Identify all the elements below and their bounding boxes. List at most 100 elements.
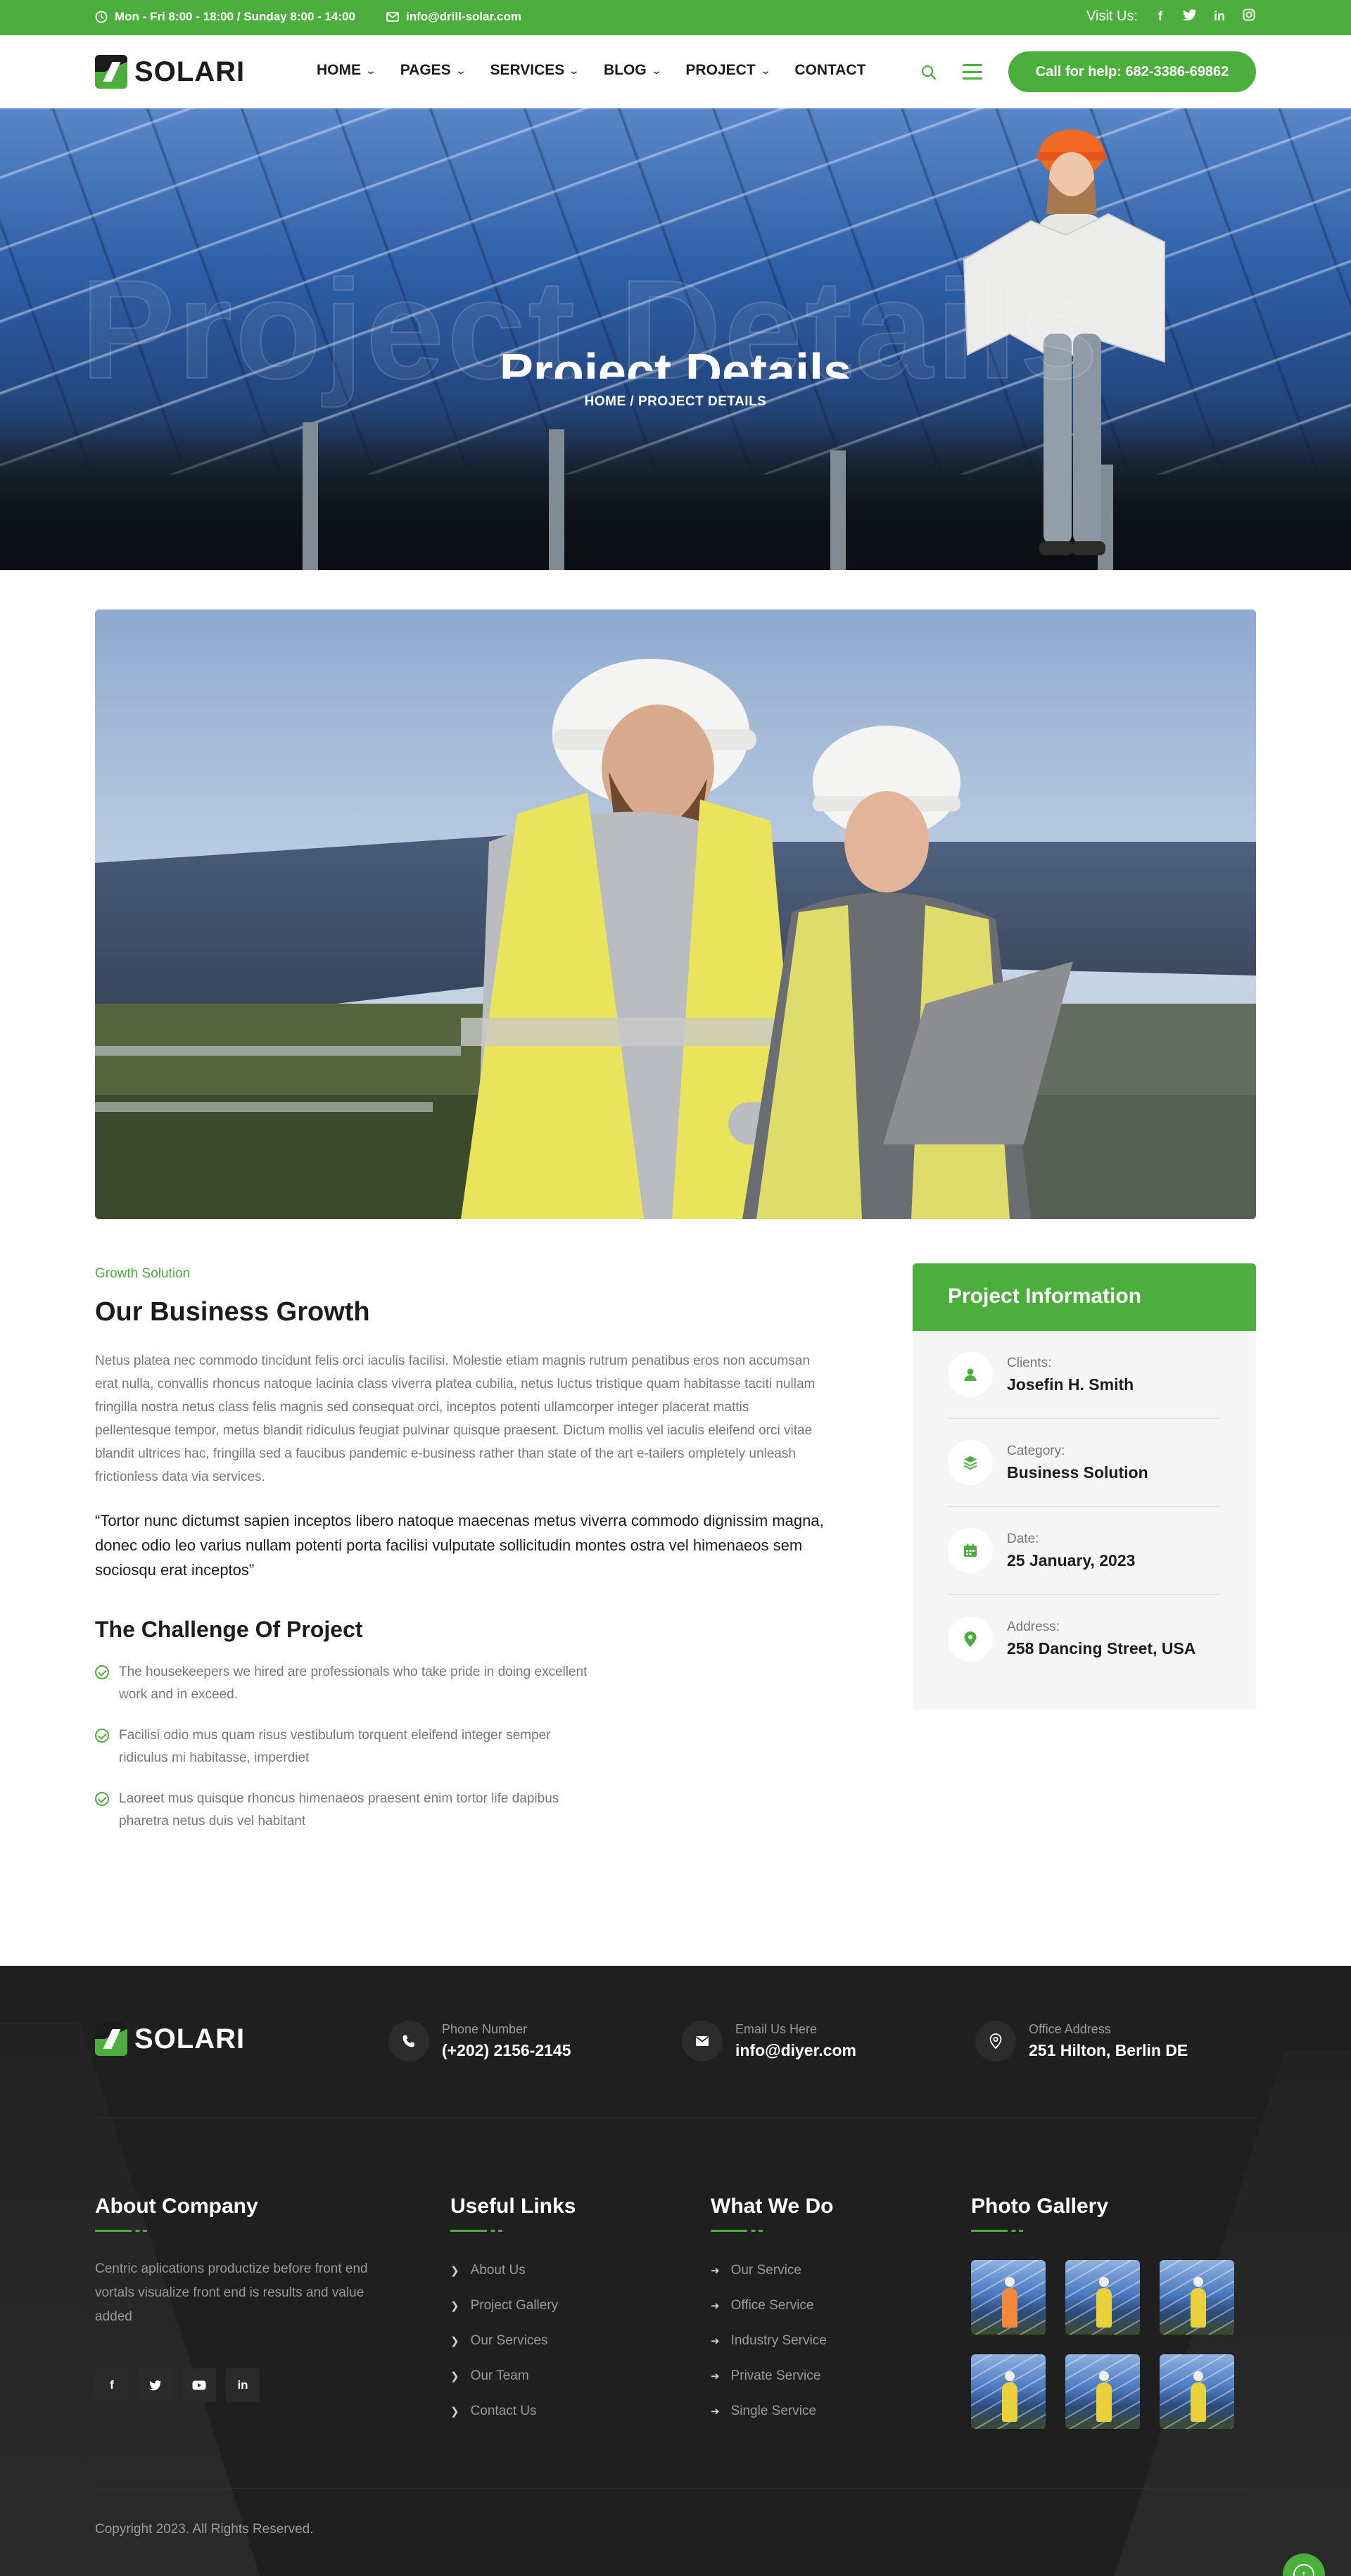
chevron-right-icon: ❯ — [450, 2265, 459, 2277]
nav-item-services[interactable]: SERVICES ⌄ — [490, 62, 581, 79]
section-heading: Our Business Growth — [95, 1297, 370, 1327]
twitter-icon[interactable] — [1183, 8, 1197, 25]
gallery-thumbnail[interactable] — [971, 2260, 1046, 2335]
layers-icon — [948, 1440, 993, 1485]
footer-link-our-service[interactable]: ➜ Our Service — [711, 2253, 833, 2288]
footer-photo-gallery-title: Photo Gallery — [971, 2195, 1109, 2218]
list-item: Facilisi odio mus quam risus vestibulum … — [95, 1724, 602, 1769]
section-paragraph: Netus platea nec commodo tincidunt felis… — [95, 1353, 816, 1484]
user-icon — [948, 1352, 993, 1397]
email-text[interactable]: info@drill-solar.com — [406, 10, 521, 24]
photo-gallery-grid — [971, 2260, 1234, 2429]
chevron-down-icon: ⌄ — [568, 64, 581, 76]
hamburger-menu-icon[interactable] — [963, 64, 982, 80]
location-pin-icon — [948, 1616, 993, 1662]
arrow-right-icon: ➜ — [711, 2335, 720, 2347]
twitter-icon[interactable] — [139, 2368, 172, 2402]
panel-post — [830, 450, 846, 570]
gallery-thumbnail[interactable] — [1160, 2354, 1234, 2429]
chevron-down-icon: ⌄ — [364, 64, 377, 76]
footer-logo[interactable]: SOLARI — [95, 2022, 245, 2056]
nav-item-project[interactable]: PROJECT ⌄ — [685, 62, 770, 79]
footer-divider — [95, 2117, 1256, 2118]
gallery-thumbnail[interactable] — [971, 2354, 1046, 2429]
nav-item-contact[interactable]: CONTACT — [794, 62, 865, 79]
arrow-right-icon: ➜ — [711, 2265, 720, 2277]
chevron-right-icon: ❯ — [450, 2335, 459, 2347]
facebook-icon[interactable]: f — [95, 2368, 129, 2402]
footer-contact-email[interactable]: Email Us Here info@diyer.com — [682, 2021, 856, 2062]
section-quote: “Tortor nunc dictumst sapien inceptos li… — [95, 1512, 824, 1579]
youtube-icon[interactable] — [182, 2368, 216, 2402]
footer-about-text: Centric aplications productize before fr… — [95, 2261, 368, 2324]
footer-link-our-team[interactable]: ❯ Our Team — [450, 2359, 576, 2394]
logo-mark-icon — [95, 2022, 127, 2056]
nav-item-blog[interactable]: BLOG ⌄ — [604, 62, 662, 79]
panel-post — [549, 429, 564, 570]
logo-mark-icon — [95, 55, 127, 89]
arrow-right-icon: ➜ — [711, 2370, 720, 2382]
section-tag: Growth Solution — [95, 1266, 191, 1281]
info-row-category: Category: Business Solution — [948, 1419, 1221, 1507]
footer-about-column: About Company Centric aplications produc… — [95, 2195, 391, 2402]
check-circle-icon — [95, 1792, 109, 1806]
footer-useful-links-column: Useful Links ❯ About Us ❯ Project Gallery … — [450, 2195, 576, 2429]
email-info[interactable]: info@drill-solar.com — [386, 10, 521, 24]
linkedin-icon[interactable]: in — [1212, 9, 1226, 24]
phone-icon — [388, 2021, 429, 2062]
hero-watermark-text: Project Details — [80, 251, 1101, 409]
site-logo[interactable]: SOLARI — [95, 55, 245, 89]
chevron-down-icon: ⌄ — [455, 64, 467, 76]
engineers-inspecting-solar-field-image — [95, 610, 1256, 1219]
info-row-date: Date: 25 January, 2023 — [948, 1507, 1221, 1595]
footer-social-links: f in — [95, 2368, 391, 2402]
heading-underline — [711, 2230, 763, 2232]
copyright-text: Copyright 2023. All Rights Reserved. — [95, 2522, 314, 2537]
envelope-icon — [682, 2021, 723, 2062]
gallery-thumbnail[interactable] — [1065, 2260, 1140, 2335]
chevron-down-icon: ⌄ — [650, 64, 662, 76]
footer-link-industry-service[interactable]: ➜ Industry Service — [711, 2323, 833, 2359]
footer-link-about-us[interactable]: ❯ About Us — [450, 2253, 576, 2288]
visit-us-label: Visit Us: — [1086, 8, 1138, 24]
footer-link-private-service[interactable]: ➜ Private Service — [711, 2359, 833, 2394]
project-information-title: Project Information — [913, 1263, 1256, 1331]
chevron-right-icon: ❯ — [450, 2406, 459, 2418]
footer-about-title: About Company — [95, 2195, 258, 2218]
instagram-icon[interactable] — [1242, 8, 1256, 25]
arrow-right-icon: ➜ — [711, 2406, 720, 2418]
clock-icon — [95, 11, 108, 23]
facebook-icon[interactable]: f — [1153, 9, 1167, 24]
arrow-up-icon: ↑ — [1293, 2564, 1314, 2576]
footer-contact-phone[interactable]: Phone Number (+202) 2156-2145 — [388, 2021, 571, 2062]
footer-bottom-bar: Copyright 2023. All Rights Reserved. — [95, 2488, 1256, 2537]
list-item: The housekeepers we hired are profession… — [95, 1661, 602, 1706]
site-header: SOLARI HOME ⌄ PAGES ⌄ SERVICES ⌄ BLOG ⌄ PROJ… — [0, 35, 1351, 108]
chevron-right-icon: ❯ — [450, 2300, 459, 2312]
footer-useful-links-title: Useful Links — [450, 2195, 576, 2218]
top-bar: Mon - Fri 8:00 - 18:00 / Sunday 8:00 - 1… — [0, 0, 1351, 35]
search-icon[interactable] — [918, 62, 939, 83]
footer-link-project-gallery[interactable]: ❯ Project Gallery — [450, 2288, 576, 2323]
footer-link-our-services[interactable]: ❯ Our Services — [450, 2323, 576, 2359]
footer-link-single-service[interactable]: ➜ Single Service — [711, 2394, 833, 2429]
hours-info: Mon - Fri 8:00 - 18:00 / Sunday 8:00 - 1… — [95, 10, 355, 24]
gallery-thumbnail[interactable] — [1065, 2354, 1140, 2429]
nav-item-home[interactable]: HOME ⌄ — [317, 62, 377, 79]
linkedin-icon[interactable]: in — [226, 2368, 260, 2402]
project-main-image — [95, 610, 1256, 1219]
call-for-help-button[interactable]: Call for help: 682-3386-69862 — [1008, 51, 1256, 92]
footer-link-contact-us[interactable]: ❯ Contact Us — [450, 2394, 576, 2429]
nav-item-pages[interactable]: PAGES ⌄ — [400, 62, 467, 79]
footer-contact-address[interactable]: Office Address 251 Hilton, Berlin DE — [975, 2021, 1188, 2062]
footer-photo-gallery-column: Photo Gallery — [971, 2195, 1234, 2429]
gallery-thumbnail[interactable] — [1160, 2260, 1234, 2335]
list-item: Laoreet mus quisque rhoncus himenaeos pr… — [95, 1788, 602, 1833]
footer-what-we-do-title: What We Do — [711, 2195, 834, 2218]
heading-underline — [971, 2230, 1023, 2232]
page-title: Project Details — [499, 344, 852, 379]
project-information-card: Project Information Clients: Josefin H. S… — [913, 1263, 1256, 1710]
site-footer: SOLARI Phone Number (+202) 2156-2145 Emai… — [0, 1966, 1351, 2576]
footer-link-office-service[interactable]: ➜ Office Service — [711, 2288, 833, 2323]
panel-post — [303, 422, 318, 570]
